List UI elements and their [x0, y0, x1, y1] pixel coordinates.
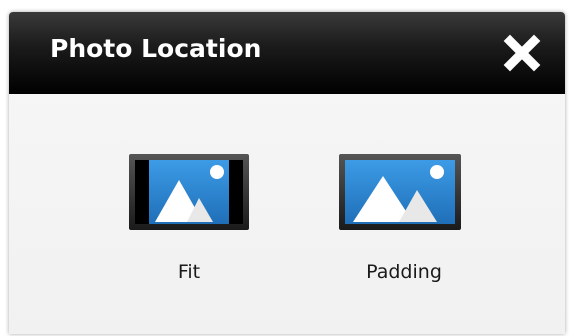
padding-option[interactable]: Padding	[337, 152, 477, 283]
close-button[interactable]	[503, 34, 541, 72]
photo-location-dialog: Photo Location Fit Padding	[9, 12, 565, 334]
photo-padding-icon	[339, 154, 461, 230]
photo-fit-icon	[129, 154, 249, 230]
close-x-icon	[503, 34, 541, 72]
dialog-titlebar: Photo Location	[9, 12, 565, 94]
padding-label: Padding	[366, 261, 442, 283]
fit-label: Fit	[177, 261, 201, 283]
dialog-title: Photo Location	[50, 34, 262, 63]
fit-option[interactable]: Fit	[127, 152, 257, 283]
